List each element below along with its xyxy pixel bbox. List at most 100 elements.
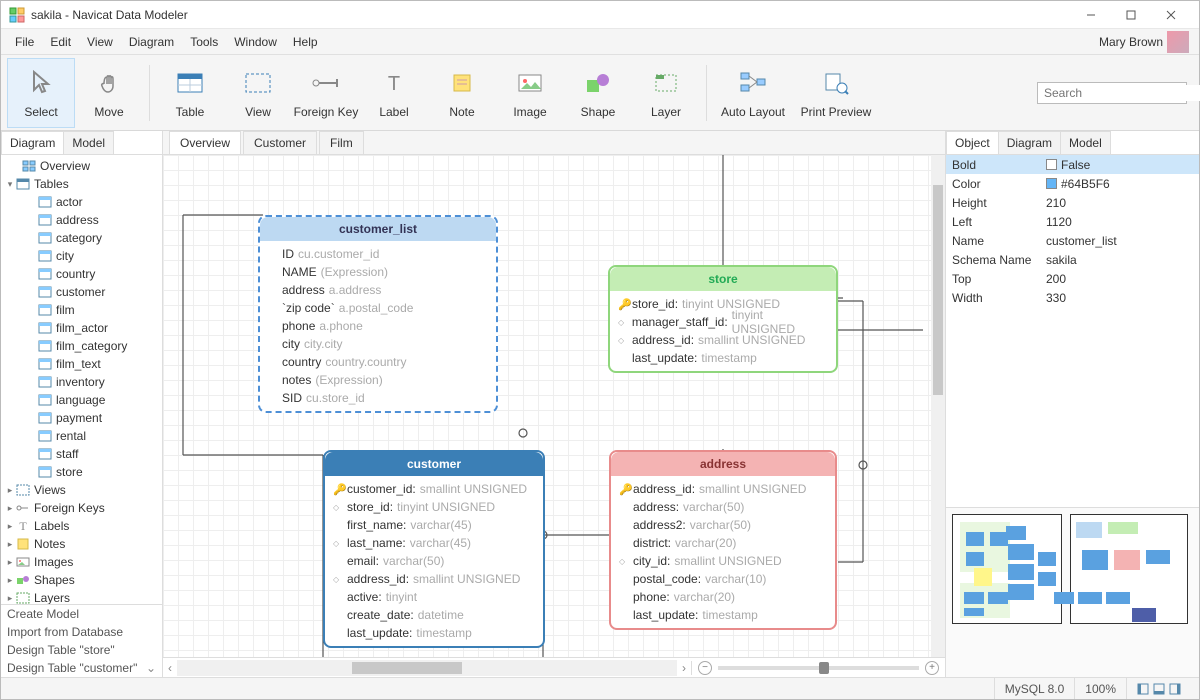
tool-select[interactable]: Select: [7, 58, 75, 128]
tab-object[interactable]: Object: [946, 131, 999, 154]
scroll-right-button[interactable]: ›: [677, 661, 691, 675]
scroll-left-button[interactable]: ‹: [163, 661, 177, 675]
entity-column[interactable]: ◇address_id: smallint UNSIGNED: [618, 331, 828, 349]
menu-edit[interactable]: Edit: [42, 31, 79, 53]
tree-labels[interactable]: ▸TLabels: [1, 517, 162, 535]
property-row[interactable]: Schema Namesakila: [946, 250, 1199, 269]
chevron-down-icon[interactable]: ▾: [5, 179, 15, 190]
entity-column[interactable]: ◇last_name: varchar(45): [333, 534, 535, 552]
entity-column[interactable]: 🔑customer_id: smallint UNSIGNED: [333, 480, 535, 498]
property-grid[interactable]: Bold FalseColor #64B5F6Height210Left1120…: [946, 155, 1199, 507]
entity-column[interactable]: address2: varchar(50): [619, 516, 827, 534]
layout-icon-1[interactable]: [1137, 683, 1149, 695]
canvas-v-scrollbar[interactable]: [931, 155, 945, 657]
tree-table-item[interactable]: actor: [1, 193, 162, 211]
tree-shapes[interactable]: ▸Shapes: [1, 571, 162, 589]
tree-table-item[interactable]: rental: [1, 427, 162, 445]
chevron-right-icon[interactable]: ▸: [5, 503, 15, 514]
tree-tables[interactable]: ▾Tables: [1, 175, 162, 193]
recent-item[interactable]: Import from Database: [1, 623, 162, 641]
tree-table-item[interactable]: payment: [1, 409, 162, 427]
entity-store[interactable]: store 🔑store_id: tinyint UNSIGNED◇manage…: [608, 265, 838, 373]
chevron-right-icon[interactable]: ▸: [5, 485, 15, 496]
tree-table-item[interactable]: inventory: [1, 373, 162, 391]
tree-notes[interactable]: ▸Notes: [1, 535, 162, 553]
tab-diagram[interactable]: Diagram: [1, 131, 64, 154]
minimize-button[interactable]: [1071, 1, 1111, 29]
maximize-button[interactable]: [1111, 1, 1151, 29]
entity-column[interactable]: ID cu.customer_id: [268, 245, 488, 263]
canvas-h-scrollbar[interactable]: [177, 660, 677, 676]
tab-diagram-right[interactable]: Diagram: [998, 131, 1061, 154]
tree-table-item[interactable]: staff: [1, 445, 162, 463]
entity-column[interactable]: last_update: timestamp: [619, 606, 827, 624]
tool-auto-layout[interactable]: Auto Layout: [713, 58, 793, 128]
menu-window[interactable]: Window: [226, 31, 285, 53]
tool-print-preview[interactable]: Print Preview: [793, 58, 879, 128]
tree-table-item[interactable]: film: [1, 301, 162, 319]
entity-column[interactable]: `zip code` a.postal_code: [268, 299, 488, 317]
menu-view[interactable]: View: [79, 31, 121, 53]
canvas-tab-overview[interactable]: Overview: [169, 131, 241, 154]
tree-table-item[interactable]: language: [1, 391, 162, 409]
tab-model[interactable]: Model: [63, 131, 114, 154]
minimap[interactable]: [946, 507, 1199, 677]
entity-column[interactable]: email: varchar(50): [333, 552, 535, 570]
entity-column[interactable]: first_name: varchar(45): [333, 516, 535, 534]
property-row[interactable]: Left1120: [946, 212, 1199, 231]
tree-table-item[interactable]: film_text: [1, 355, 162, 373]
entity-column[interactable]: 🔑address_id: smallint UNSIGNED: [619, 480, 827, 498]
tool-foreign-key[interactable]: Foreign Key: [292, 58, 360, 128]
user-badge[interactable]: Mary Brown: [1099, 31, 1193, 53]
chevron-right-icon[interactable]: ▸: [5, 539, 15, 550]
tool-shape[interactable]: Shape: [564, 58, 632, 128]
chevron-right-icon[interactable]: ▸: [5, 557, 15, 568]
zoom-slider[interactable]: [718, 666, 919, 670]
tree-table-item[interactable]: film_category: [1, 337, 162, 355]
tool-note[interactable]: Note: [428, 58, 496, 128]
tool-image[interactable]: Image: [496, 58, 564, 128]
tree-view[interactable]: Overview ▾Tables actoraddresscategorycit…: [1, 155, 162, 604]
tree-table-item[interactable]: city: [1, 247, 162, 265]
canvas-tab-customer[interactable]: Customer: [243, 131, 317, 154]
zoom-in-button[interactable]: +: [925, 661, 939, 675]
entity-column[interactable]: address: varchar(50): [619, 498, 827, 516]
entity-column[interactable]: phone a.phone: [268, 317, 488, 335]
entity-column[interactable]: active: tinyint: [333, 588, 535, 606]
entity-customer[interactable]: customer 🔑customer_id: smallint UNSIGNED…: [323, 450, 545, 648]
tree-table-item[interactable]: film_actor: [1, 319, 162, 337]
status-layout-icons[interactable]: [1126, 678, 1191, 699]
tree-views[interactable]: ▸Views: [1, 481, 162, 499]
entity-column[interactable]: ◇store_id: tinyint UNSIGNED: [333, 498, 535, 516]
property-row[interactable]: Width330: [946, 288, 1199, 307]
tool-move[interactable]: Move: [75, 58, 143, 128]
entity-column[interactable]: ◇manager_staff_id: tinyint UNSIGNED: [618, 313, 828, 331]
tool-table[interactable]: Table: [156, 58, 224, 128]
tree-table-item[interactable]: store: [1, 463, 162, 481]
recent-item[interactable]: Design Table "customer"⌄: [1, 659, 162, 677]
canvas-tab-film[interactable]: Film: [319, 131, 364, 154]
tree-table-item[interactable]: customer: [1, 283, 162, 301]
search-input[interactable]: [1042, 85, 1200, 101]
chevron-right-icon[interactable]: ▸: [5, 593, 15, 604]
close-button[interactable]: [1151, 1, 1191, 29]
tree-table-item[interactable]: country: [1, 265, 162, 283]
entity-column[interactable]: phone: varchar(20): [619, 588, 827, 606]
recent-item[interactable]: Design Table "store": [1, 641, 162, 659]
entity-column[interactable]: notes (Expression): [268, 371, 488, 389]
entity-column[interactable]: ◇address_id: smallint UNSIGNED: [333, 570, 535, 588]
menu-file[interactable]: File: [7, 31, 42, 53]
tree-images[interactable]: ▸Images: [1, 553, 162, 571]
zoom-out-button[interactable]: −: [698, 661, 712, 675]
menu-help[interactable]: Help: [285, 31, 326, 53]
menu-tools[interactable]: Tools: [182, 31, 226, 53]
tree-layers[interactable]: ▸Layers: [1, 589, 162, 604]
entity-address[interactable]: address 🔑address_id: smallint UNSIGNED a…: [609, 450, 837, 630]
property-row[interactable]: Color #64B5F6: [946, 174, 1199, 193]
diagram-canvas[interactable]: customer_list ID cu.customer_id NAME (Ex…: [163, 155, 945, 657]
tab-model-right[interactable]: Model: [1060, 131, 1111, 154]
property-row[interactable]: Top200: [946, 269, 1199, 288]
chevron-right-icon[interactable]: ▸: [5, 575, 15, 586]
tool-layer[interactable]: Layer: [632, 58, 700, 128]
entity-column[interactable]: last_update: timestamp: [618, 349, 828, 367]
